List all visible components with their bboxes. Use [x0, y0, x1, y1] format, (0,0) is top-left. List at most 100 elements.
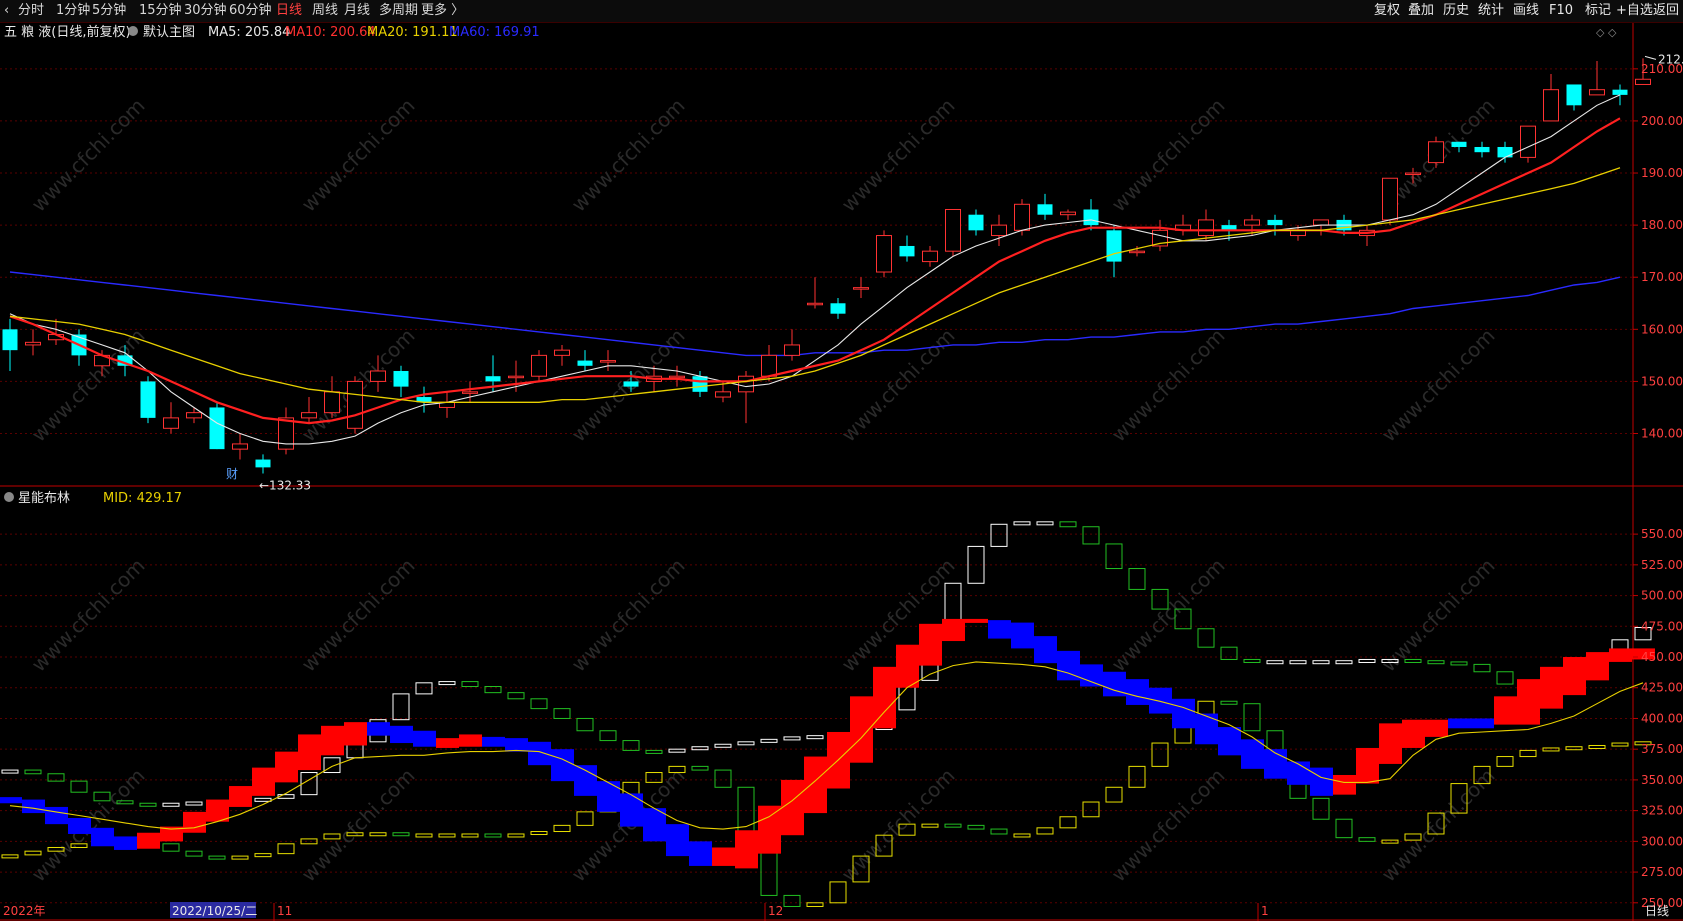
candle-body	[968, 214, 984, 231]
ma-indicator-1: MA10: 200.64	[285, 25, 376, 40]
tool-button-5[interactable]: F10	[1549, 0, 1573, 22]
tool-button-6[interactable]: +自选	[1616, 0, 1653, 22]
price-tick-label: 170.00	[1641, 270, 1683, 284]
lower-band-box	[507, 833, 525, 838]
candle-body	[830, 303, 846, 314]
trend-block	[344, 722, 367, 746]
lower-band-box	[1243, 703, 1261, 732]
candle-body	[209, 407, 225, 450]
watermark-text: www.cfchi.com	[297, 764, 420, 887]
candle-body	[531, 354, 547, 377]
lower-band-box	[1013, 833, 1031, 838]
tool-button-7[interactable]: 返回	[1653, 0, 1679, 22]
trend-block	[45, 806, 68, 825]
lower-band-box	[1312, 797, 1330, 820]
price-tick-label: 190.00	[1641, 166, 1683, 180]
template-dropdown-icon	[128, 26, 138, 36]
period-tab-0[interactable]: 分时	[18, 0, 44, 22]
trend-block	[390, 725, 413, 744]
period-tab-4[interactable]: 30分钟	[184, 0, 227, 22]
price-tick-label: 140.00	[1641, 427, 1683, 441]
period-tab-9[interactable]: 多周期	[379, 0, 418, 22]
candle-body	[485, 376, 501, 382]
price-tick-label: 180.00	[1641, 218, 1683, 232]
stock-name: 五 粮 液(日线,前复权)	[4, 24, 131, 40]
trend-block	[1563, 657, 1586, 696]
high-price-marker: 212.00	[1658, 52, 1683, 66]
lower-band-box	[392, 832, 410, 837]
trend-block	[413, 730, 436, 747]
sub-tick-label: 450.00	[1641, 650, 1683, 664]
candle-body	[1198, 219, 1214, 237]
candle-body	[1566, 84, 1582, 106]
tool-button-0[interactable]: 复权	[1374, 0, 1400, 22]
upper-band-box	[990, 523, 1008, 547]
candle-body	[163, 417, 179, 429]
upper-band-box	[1358, 658, 1376, 663]
candle-body	[899, 245, 915, 257]
watermark-text: www.cfchi.com	[567, 94, 690, 217]
upper-band-box	[1128, 568, 1146, 590]
period-tab-10[interactable]: 更多 〉	[421, 0, 464, 22]
upper-band-box	[254, 797, 272, 802]
trend-block	[873, 666, 896, 729]
trend-block	[1425, 719, 1448, 737]
lower-band-box	[438, 833, 456, 838]
watermark-text: www.cfchi.com	[27, 94, 150, 217]
upper-band-box	[461, 681, 479, 688]
trend-block	[620, 793, 643, 827]
lower-band-box	[1151, 742, 1169, 767]
trend-block	[781, 779, 804, 836]
collapse-icon[interactable]: ‹	[4, 0, 9, 22]
sub-tick-label: 300.00	[1641, 834, 1683, 848]
candle-body	[347, 380, 363, 429]
period-tab-3[interactable]: 15分钟	[139, 0, 182, 22]
watermark-text: www.cfchi.com	[27, 554, 150, 677]
period-tab-6[interactable]: 日线	[276, 0, 302, 22]
trend-block	[22, 799, 45, 814]
tool-button-3[interactable]: 统计	[1478, 0, 1504, 22]
lower-band-box	[185, 850, 203, 857]
upper-band-box	[645, 749, 663, 754]
trend-block	[1195, 713, 1218, 745]
period-tab-5[interactable]: 60分钟	[229, 0, 272, 22]
period-tab-1[interactable]: 1分钟	[56, 0, 90, 22]
tool-button-2[interactable]: 历史	[1443, 0, 1469, 22]
tool-button-4[interactable]: 画线	[1513, 0, 1539, 22]
upper-band-box	[1036, 521, 1054, 526]
period-tab-2[interactable]: 5分钟	[92, 0, 126, 22]
upper-band-box	[438, 681, 456, 686]
period-tab-8[interactable]: 月线	[344, 0, 370, 22]
sub-tick-label: 375.00	[1641, 742, 1683, 756]
period-tab-7[interactable]: 周线	[312, 0, 338, 22]
candle-body	[393, 370, 409, 387]
trend-block	[1471, 718, 1494, 729]
tool-button-1[interactable]: 叠加	[1408, 0, 1434, 22]
upper-band-box	[484, 686, 502, 694]
candle-body	[692, 376, 708, 392]
candle-body	[807, 302, 823, 306]
trend-block	[1448, 718, 1471, 729]
upper-band-box	[1105, 543, 1123, 570]
lower-band-box	[369, 832, 387, 837]
trend-block	[1609, 648, 1632, 662]
tag-button[interactable]: 标记	[1585, 0, 1611, 22]
candle-body	[784, 344, 800, 356]
lower-band-box	[1220, 700, 1238, 705]
candle-body	[1635, 78, 1651, 85]
watermark-text: www.cfchi.com	[297, 94, 420, 217]
candle-body	[669, 375, 685, 379]
trend-block	[459, 734, 482, 747]
template-label: 默认主图	[143, 24, 195, 40]
trend-block	[597, 781, 620, 812]
trend-block	[321, 725, 344, 756]
sub-tick-label: 275.00	[1641, 865, 1683, 879]
trend-block	[712, 847, 735, 866]
trend-block	[689, 841, 712, 866]
upper-band-box	[1082, 526, 1100, 545]
upper-band-box	[737, 741, 755, 746]
lower-band-box	[576, 811, 594, 826]
upper-band-box	[530, 698, 548, 710]
lower-band-box	[461, 833, 479, 838]
lower-band-box	[829, 881, 847, 904]
